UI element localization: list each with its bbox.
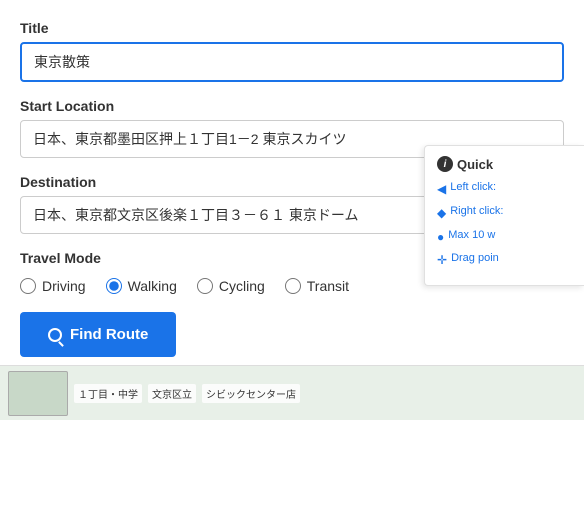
search-icon [48,328,62,342]
radio-driving-label: Driving [42,278,86,294]
map-preview: １丁目・中学 文京区立 シビックセンター店 [0,365,584,420]
radio-cycling-label: Cycling [219,278,265,294]
radio-walking-input[interactable] [106,278,122,294]
info-icon: i [437,156,453,172]
radio-walking-label: Walking [128,278,177,294]
quick-help-left-click: ◀ Left click: [437,180,572,198]
map-label-3: シビックセンター店 [202,384,300,403]
map-label-2: 文京区立 [148,384,196,403]
radio-driving-input[interactable] [20,278,36,294]
find-route-button[interactable]: Find Route [20,312,176,357]
map-tile-1 [8,371,68,416]
quick-help-drag: ✛ Drag poin [437,251,572,269]
map-label-1: １丁目・中学 [74,384,142,403]
radio-transit-input[interactable] [285,278,301,294]
radio-cycling[interactable]: Cycling [197,278,265,294]
quick-help-panel: i Quick ◀ Left click: ◆ Right click: ● M… [424,145,584,286]
radio-walking[interactable]: Walking [106,278,177,294]
pin-icon: ● [437,229,444,246]
radio-driving[interactable]: Driving [20,278,86,294]
radio-transit-label: Transit [307,278,349,294]
title-input[interactable] [20,42,564,82]
start-location-label: Start Location [20,98,564,114]
form-container: Title Start Location Destination Travel … [0,0,584,357]
cursor-icon: ◀ [437,181,446,198]
radio-transit[interactable]: Transit [285,278,349,294]
map-preview-content: １丁目・中学 文京区立 シビックセンター店 [0,367,308,420]
find-route-label: Find Route [70,326,148,343]
quick-help-right-click: ◆ Right click: [437,204,572,222]
title-field-group: Title [20,20,564,82]
quick-help-max: ● Max 10 w [437,228,572,246]
title-label: Title [20,20,564,36]
quick-help-title: i Quick [437,156,572,172]
right-click-icon: ◆ [437,205,446,222]
radio-cycling-input[interactable] [197,278,213,294]
drag-icon: ✛ [437,252,447,269]
